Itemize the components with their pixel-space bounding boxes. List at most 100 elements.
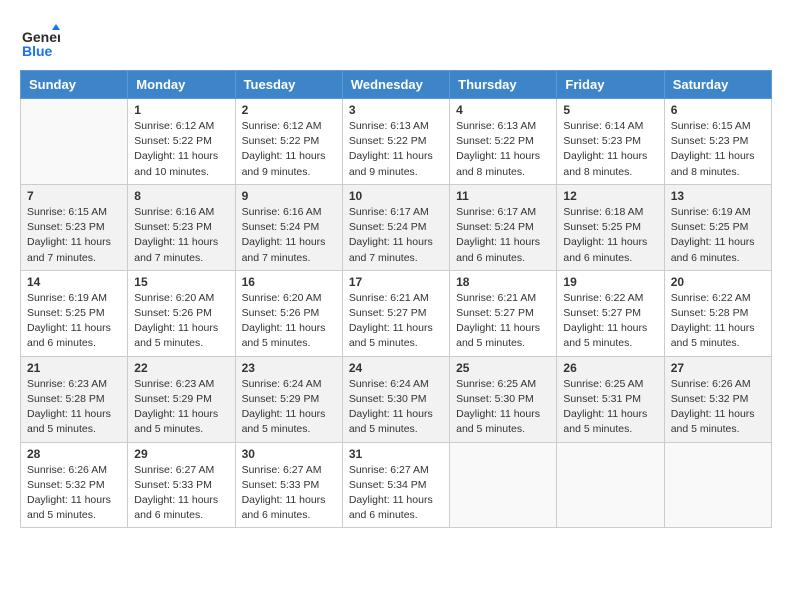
calendar-day-cell: 7 Sunrise: 6:15 AM Sunset: 5:23 PM Dayli…	[21, 184, 128, 270]
sunset-label: Sunset: 5:26 PM	[134, 307, 212, 319]
sunrise-label: Sunrise: 6:22 AM	[671, 292, 751, 304]
sunset-label: Sunset: 5:25 PM	[27, 307, 105, 319]
sunrise-label: Sunrise: 6:27 AM	[349, 464, 429, 476]
daylight-label: Daylight: 11 hours and 5 minutes.	[671, 322, 755, 349]
sunrise-label: Sunrise: 6:25 AM	[456, 378, 536, 390]
sunrise-label: Sunrise: 6:24 AM	[242, 378, 322, 390]
day-number: 9	[242, 189, 336, 203]
calendar-week-row: 21 Sunrise: 6:23 AM Sunset: 5:28 PM Dayl…	[21, 356, 772, 442]
daylight-label: Daylight: 11 hours and 5 minutes.	[242, 322, 326, 349]
daylight-label: Daylight: 11 hours and 5 minutes.	[563, 322, 647, 349]
sunrise-label: Sunrise: 6:26 AM	[27, 464, 107, 476]
calendar-day-cell: 1 Sunrise: 6:12 AM Sunset: 5:22 PM Dayli…	[128, 99, 235, 185]
calendar-day-cell: 13 Sunrise: 6:19 AM Sunset: 5:25 PM Dayl…	[664, 184, 771, 270]
sunset-label: Sunset: 5:28 PM	[671, 307, 749, 319]
day-number: 4	[456, 103, 550, 117]
page-header: General Blue	[20, 20, 772, 60]
day-number: 1	[134, 103, 228, 117]
day-info: Sunrise: 6:13 AM Sunset: 5:22 PM Dayligh…	[456, 119, 550, 180]
sunrise-label: Sunrise: 6:13 AM	[456, 120, 536, 132]
sunrise-label: Sunrise: 6:22 AM	[563, 292, 643, 304]
daylight-label: Daylight: 11 hours and 5 minutes.	[671, 408, 755, 435]
sunrise-label: Sunrise: 6:25 AM	[563, 378, 643, 390]
weekday-header: Friday	[557, 71, 664, 99]
day-number: 2	[242, 103, 336, 117]
calendar-day-cell: 15 Sunrise: 6:20 AM Sunset: 5:26 PM Dayl…	[128, 270, 235, 356]
day-number: 7	[27, 189, 121, 203]
daylight-label: Daylight: 11 hours and 6 minutes.	[349, 494, 433, 521]
day-info: Sunrise: 6:27 AM Sunset: 5:33 PM Dayligh…	[242, 463, 336, 524]
sunrise-label: Sunrise: 6:16 AM	[242, 206, 322, 218]
logo-icon: General Blue	[20, 20, 60, 60]
day-info: Sunrise: 6:22 AM Sunset: 5:27 PM Dayligh…	[563, 291, 657, 352]
sunset-label: Sunset: 5:22 PM	[134, 135, 212, 147]
daylight-label: Daylight: 11 hours and 7 minutes.	[134, 236, 218, 263]
daylight-label: Daylight: 11 hours and 5 minutes.	[134, 408, 218, 435]
sunset-label: Sunset: 5:25 PM	[563, 221, 641, 233]
calendar-day-cell: 6 Sunrise: 6:15 AM Sunset: 5:23 PM Dayli…	[664, 99, 771, 185]
day-number: 13	[671, 189, 765, 203]
daylight-label: Daylight: 11 hours and 5 minutes.	[27, 494, 111, 521]
sunset-label: Sunset: 5:23 PM	[671, 135, 749, 147]
day-number: 31	[349, 447, 443, 461]
sunrise-label: Sunrise: 6:17 AM	[349, 206, 429, 218]
day-info: Sunrise: 6:21 AM Sunset: 5:27 PM Dayligh…	[456, 291, 550, 352]
daylight-label: Daylight: 11 hours and 5 minutes.	[456, 408, 540, 435]
calendar-day-cell: 3 Sunrise: 6:13 AM Sunset: 5:22 PM Dayli…	[342, 99, 449, 185]
daylight-label: Daylight: 11 hours and 5 minutes.	[242, 408, 326, 435]
day-info: Sunrise: 6:14 AM Sunset: 5:23 PM Dayligh…	[563, 119, 657, 180]
calendar-week-row: 7 Sunrise: 6:15 AM Sunset: 5:23 PM Dayli…	[21, 184, 772, 270]
day-number: 16	[242, 275, 336, 289]
daylight-label: Daylight: 11 hours and 5 minutes.	[134, 322, 218, 349]
sunrise-label: Sunrise: 6:21 AM	[349, 292, 429, 304]
sunrise-label: Sunrise: 6:19 AM	[27, 292, 107, 304]
calendar-day-cell: 10 Sunrise: 6:17 AM Sunset: 5:24 PM Dayl…	[342, 184, 449, 270]
daylight-label: Daylight: 11 hours and 5 minutes.	[349, 408, 433, 435]
sunset-label: Sunset: 5:29 PM	[242, 393, 320, 405]
sunset-label: Sunset: 5:31 PM	[563, 393, 641, 405]
weekday-header: Tuesday	[235, 71, 342, 99]
daylight-label: Daylight: 11 hours and 9 minutes.	[242, 150, 326, 177]
daylight-label: Daylight: 11 hours and 5 minutes.	[563, 408, 647, 435]
daylight-label: Daylight: 11 hours and 10 minutes.	[134, 150, 218, 177]
calendar-day-cell: 14 Sunrise: 6:19 AM Sunset: 5:25 PM Dayl…	[21, 270, 128, 356]
daylight-label: Daylight: 11 hours and 6 minutes.	[242, 494, 326, 521]
day-info: Sunrise: 6:19 AM Sunset: 5:25 PM Dayligh…	[671, 205, 765, 266]
calendar-day-cell	[557, 442, 664, 528]
sunset-label: Sunset: 5:26 PM	[242, 307, 320, 319]
calendar-day-cell: 24 Sunrise: 6:24 AM Sunset: 5:30 PM Dayl…	[342, 356, 449, 442]
calendar-day-cell: 2 Sunrise: 6:12 AM Sunset: 5:22 PM Dayli…	[235, 99, 342, 185]
sunrise-label: Sunrise: 6:24 AM	[349, 378, 429, 390]
weekday-header: Wednesday	[342, 71, 449, 99]
sunset-label: Sunset: 5:30 PM	[456, 393, 534, 405]
sunset-label: Sunset: 5:27 PM	[563, 307, 641, 319]
day-info: Sunrise: 6:19 AM Sunset: 5:25 PM Dayligh…	[27, 291, 121, 352]
day-info: Sunrise: 6:26 AM Sunset: 5:32 PM Dayligh…	[671, 377, 765, 438]
day-number: 21	[27, 361, 121, 375]
day-number: 12	[563, 189, 657, 203]
sunset-label: Sunset: 5:27 PM	[456, 307, 534, 319]
daylight-label: Daylight: 11 hours and 6 minutes.	[563, 236, 647, 263]
sunrise-label: Sunrise: 6:26 AM	[671, 378, 751, 390]
calendar-day-cell: 31 Sunrise: 6:27 AM Sunset: 5:34 PM Dayl…	[342, 442, 449, 528]
sunrise-label: Sunrise: 6:18 AM	[563, 206, 643, 218]
daylight-label: Daylight: 11 hours and 9 minutes.	[349, 150, 433, 177]
calendar-day-cell: 18 Sunrise: 6:21 AM Sunset: 5:27 PM Dayl…	[450, 270, 557, 356]
sunrise-label: Sunrise: 6:15 AM	[671, 120, 751, 132]
sunset-label: Sunset: 5:29 PM	[134, 393, 212, 405]
sunrise-label: Sunrise: 6:20 AM	[134, 292, 214, 304]
calendar-day-cell: 9 Sunrise: 6:16 AM Sunset: 5:24 PM Dayli…	[235, 184, 342, 270]
sunrise-label: Sunrise: 6:12 AM	[134, 120, 214, 132]
day-info: Sunrise: 6:24 AM Sunset: 5:30 PM Dayligh…	[349, 377, 443, 438]
day-info: Sunrise: 6:20 AM Sunset: 5:26 PM Dayligh…	[242, 291, 336, 352]
calendar-day-cell: 29 Sunrise: 6:27 AM Sunset: 5:33 PM Dayl…	[128, 442, 235, 528]
daylight-label: Daylight: 11 hours and 8 minutes.	[456, 150, 540, 177]
day-info: Sunrise: 6:23 AM Sunset: 5:28 PM Dayligh…	[27, 377, 121, 438]
sunset-label: Sunset: 5:22 PM	[349, 135, 427, 147]
calendar-day-cell: 11 Sunrise: 6:17 AM Sunset: 5:24 PM Dayl…	[450, 184, 557, 270]
day-info: Sunrise: 6:24 AM Sunset: 5:29 PM Dayligh…	[242, 377, 336, 438]
sunset-label: Sunset: 5:28 PM	[27, 393, 105, 405]
calendar-day-cell: 12 Sunrise: 6:18 AM Sunset: 5:25 PM Dayl…	[557, 184, 664, 270]
sunrise-label: Sunrise: 6:14 AM	[563, 120, 643, 132]
day-number: 25	[456, 361, 550, 375]
